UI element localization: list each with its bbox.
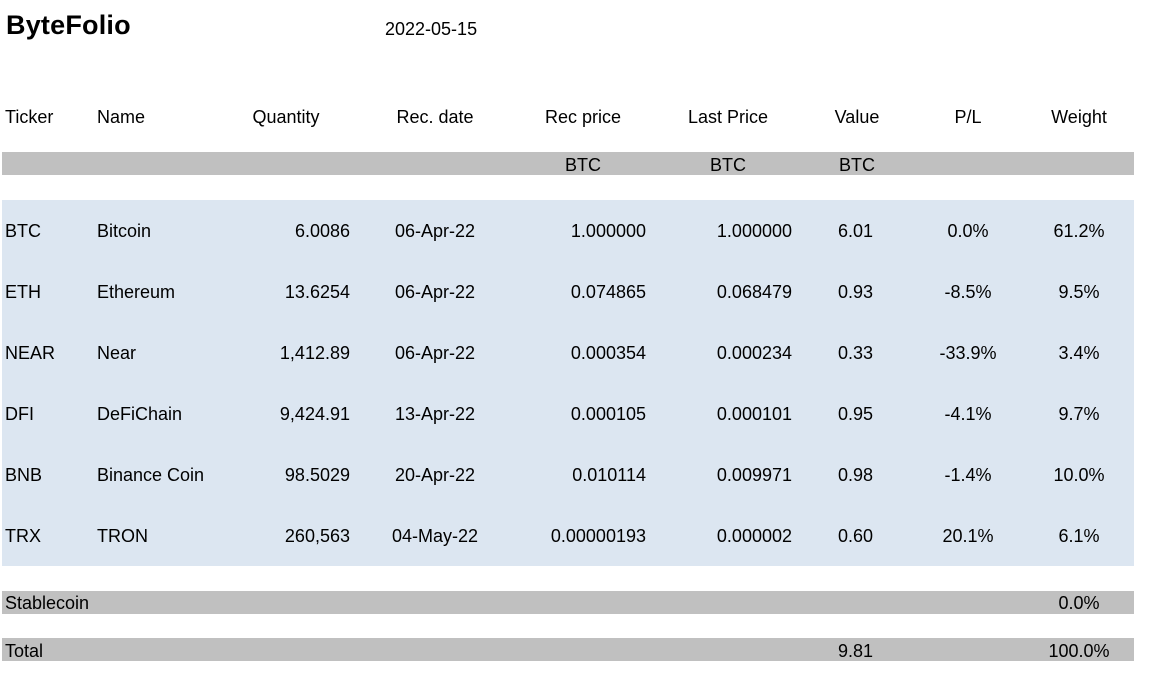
holdings-band [2,200,1134,566]
cell-rec-price: 0.000354 [570,343,646,363]
cell-last-price: 0.000101 [716,404,792,424]
unit-rec-price: BTC [565,155,601,175]
cell-ticker: BTC [5,221,41,241]
header-last-price: Last Price [687,107,769,127]
cell-rec-price: 0.074865 [570,282,646,302]
header-quantity: Quantity [252,107,320,127]
cell-rec-date: 20-Apr-22 [394,465,476,485]
cell-rec-date: 06-Apr-22 [394,221,476,241]
cell-weight: 3.4% [1058,343,1100,363]
cell-name: Ethereum [97,282,176,302]
stablecoin-label: Stablecoin [5,593,90,613]
cell-ticker: BNB [5,465,43,485]
cell-pl: -8.5% [944,282,992,302]
cell-rec-date: 06-Apr-22 [394,343,476,363]
unit-value: BTC [839,155,875,175]
app-title: ByteFolio [6,10,131,40]
cell-quantity: 6.0086 [294,221,350,241]
total-value: 9.81 [838,641,874,661]
unit-last-price: BTC [710,155,746,175]
cell-last-price: 0.009971 [716,465,792,485]
cell-rec-price: 0.010114 [572,465,646,485]
cell-quantity: 1,412.89 [279,343,350,363]
cell-ticker: DFI [5,404,34,424]
cell-value: 0.95 [838,404,874,424]
cell-quantity: 260,563 [284,526,350,546]
cell-ticker: TRX [5,526,41,546]
cell-last-price: 1.000000 [716,221,792,241]
cell-quantity: 98.5029 [284,465,350,485]
cell-last-price: 0.000002 [716,526,792,546]
total-weight: 100.0% [1048,641,1110,661]
cell-last-price: 0.000234 [716,343,792,363]
header-pl: P/L [954,107,982,127]
cell-weight: 9.5% [1058,282,1100,302]
cell-name: DeFiChain [97,404,183,424]
header-ticker: Ticker [5,107,54,127]
cell-rec-price: 0.000105 [570,404,646,424]
cell-weight: 6.1% [1058,526,1100,546]
header-rec-price: Rec price [544,107,622,127]
cell-pl: -33.9% [939,343,997,363]
cell-pl: 20.1% [942,526,994,546]
stablecoin-band [2,591,1134,614]
cell-rec-price: 1.000000 [570,221,646,241]
cell-name: Near [97,343,137,363]
cell-value: 0.98 [838,465,874,485]
cell-ticker: NEAR [5,343,56,363]
cell-weight: 61.2% [1053,221,1105,241]
cell-quantity: 9,424.91 [279,404,350,424]
cell-weight: 9.7% [1058,404,1100,424]
cell-value: 0.93 [838,282,874,302]
cell-pl: 0.0% [947,221,989,241]
cell-name: TRON [97,526,148,546]
cell-rec-date: 13-Apr-22 [394,404,476,424]
total-band [2,638,1134,661]
cell-rec-date: 04-May-22 [391,526,479,546]
cell-ticker: ETH [5,282,41,302]
header-name: Name [97,107,146,127]
cell-weight: 10.0% [1053,465,1105,485]
cell-name: Binance Coin [97,465,205,485]
cell-rec-date: 06-Apr-22 [394,282,476,302]
cell-rec-price: 0.00000193 [550,526,646,546]
total-label: Total [5,641,44,661]
cell-pl: -4.1% [944,404,992,424]
header-rec-date: Rec. date [396,107,474,127]
header-value: Value [834,107,880,127]
cell-pl: -1.4% [944,465,992,485]
cell-last-price: 0.068479 [716,282,792,302]
cell-value: 6.01 [838,221,874,241]
header-weight: Weight [1051,107,1107,127]
cell-quantity: 13.6254 [284,282,350,302]
cell-value: 0.33 [838,343,874,363]
report-date: 2022-05-15 [385,19,478,39]
stablecoin-weight: 0.0% [1058,593,1100,613]
cell-name: Bitcoin [97,221,152,241]
cell-value: 0.60 [838,526,874,546]
